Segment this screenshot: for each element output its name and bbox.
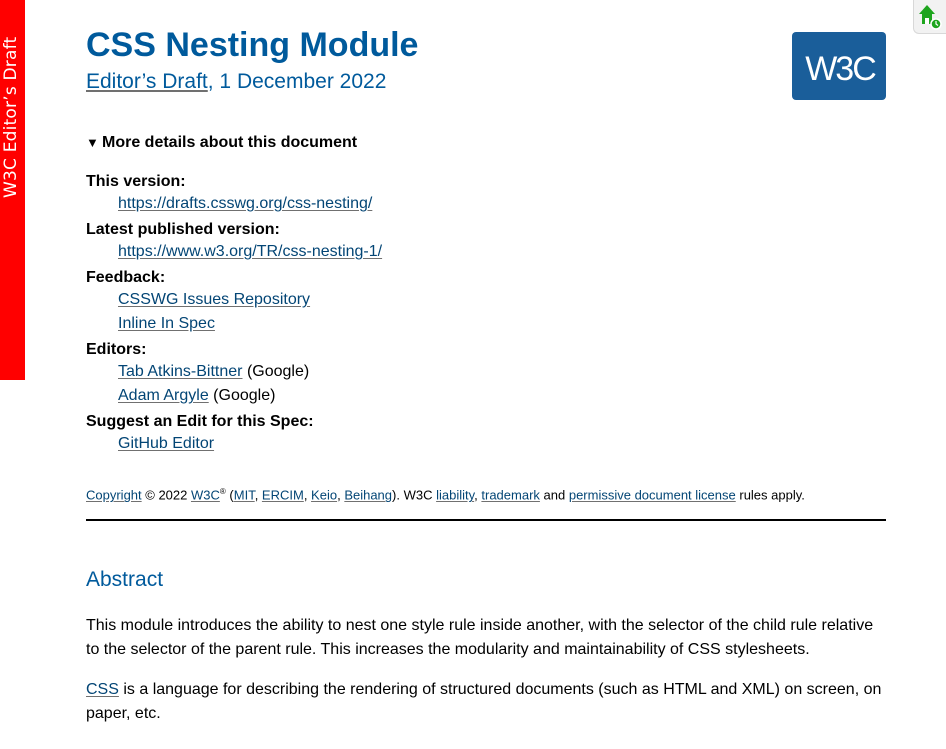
license-link[interactable]: permissive document license [569, 487, 736, 502]
status-sticker-label: W3C Editor’s Draft [1, 36, 21, 198]
w3c-logo-text: W3C [805, 50, 876, 88]
copyright-w3c-text: ). W3C [392, 487, 437, 503]
status-sticker: W3C Editor’s Draft [0, 0, 25, 380]
copyright-sep: , [254, 487, 262, 503]
home-icon-glyph [919, 5, 942, 30]
suggest-edit-label: Suggest an Edit for this Spec: [86, 413, 314, 430]
home-icon[interactable] [913, 0, 946, 34]
css-description-paragraph: CSS is a language for describing the ren… [86, 678, 886, 726]
trademark-link[interactable]: trademark [481, 487, 540, 502]
editor-2-link[interactable]: Adam Argyle [118, 387, 209, 404]
page-title: CSS Nesting Module [86, 26, 419, 64]
details-summary-label: More details about this document [102, 134, 358, 151]
abstract-heading: Abstract [86, 568, 164, 591]
copyright-year: © 2022 [141, 487, 191, 503]
details-summary[interactable]: ▼ More details about this document [86, 134, 357, 152]
copyright-notice: Copyright © 2022 W3C® (MIT, ERCIM, Keio,… [86, 487, 805, 502]
editors-draft-link[interactable]: Editor’s Draft [86, 70, 208, 93]
copyright-tail: rules apply. [735, 487, 805, 503]
copyright-paren: ( [225, 487, 234, 503]
abstract-paragraph: This module introduces the ability to ne… [86, 617, 874, 658]
latest-version-label: Latest published version: [86, 221, 280, 238]
editors-label: Editors: [86, 341, 147, 358]
liability-link[interactable]: liability [436, 487, 474, 502]
mit-link[interactable]: MIT [234, 487, 255, 502]
inline-in-spec-link[interactable]: Inline In Spec [118, 315, 215, 332]
github-editor-link[interactable]: GitHub Editor [118, 435, 214, 452]
w3c-logo-mark: W3C [805, 50, 878, 88]
keio-link[interactable]: Keio [311, 487, 337, 502]
copyright-and: and [539, 487, 569, 503]
subtitle-date: , 1 December 2022 [207, 70, 387, 93]
editor-1-org: (Google) [242, 363, 310, 380]
triangle-down-icon: ▼ [86, 135, 99, 150]
page-subtitle: Editor’s Draft, 1 December 2022 [86, 70, 386, 94]
header-divider [86, 519, 886, 521]
copyright-link[interactable]: Copyright [86, 487, 142, 502]
latest-version-link[interactable]: https://www.w3.org/TR/css-nesting-1/ [118, 243, 382, 260]
issues-repository-link[interactable]: CSSWG Issues Repository [118, 291, 310, 308]
copyright-sep: , [303, 487, 312, 503]
document-metadata: This version: https://drafts.csswg.org/c… [86, 171, 786, 459]
ercim-link[interactable]: ERCIM [262, 487, 304, 502]
w3c-link[interactable]: W3C [191, 487, 220, 502]
feedback-label: Feedback: [86, 269, 166, 286]
this-version-label: This version: [86, 173, 186, 190]
css-description-text: is a language for describing the renderi… [86, 681, 882, 722]
css-link[interactable]: CSS [86, 681, 119, 698]
editor-1-link[interactable]: Tab Atkins-Bittner [118, 363, 243, 380]
editor-2-org: (Google) [208, 387, 276, 404]
w3c-logo[interactable]: W3C [792, 32, 886, 100]
beihang-link[interactable]: Beihang [344, 487, 392, 502]
this-version-link[interactable]: https://drafts.csswg.org/css-nesting/ [118, 195, 372, 212]
